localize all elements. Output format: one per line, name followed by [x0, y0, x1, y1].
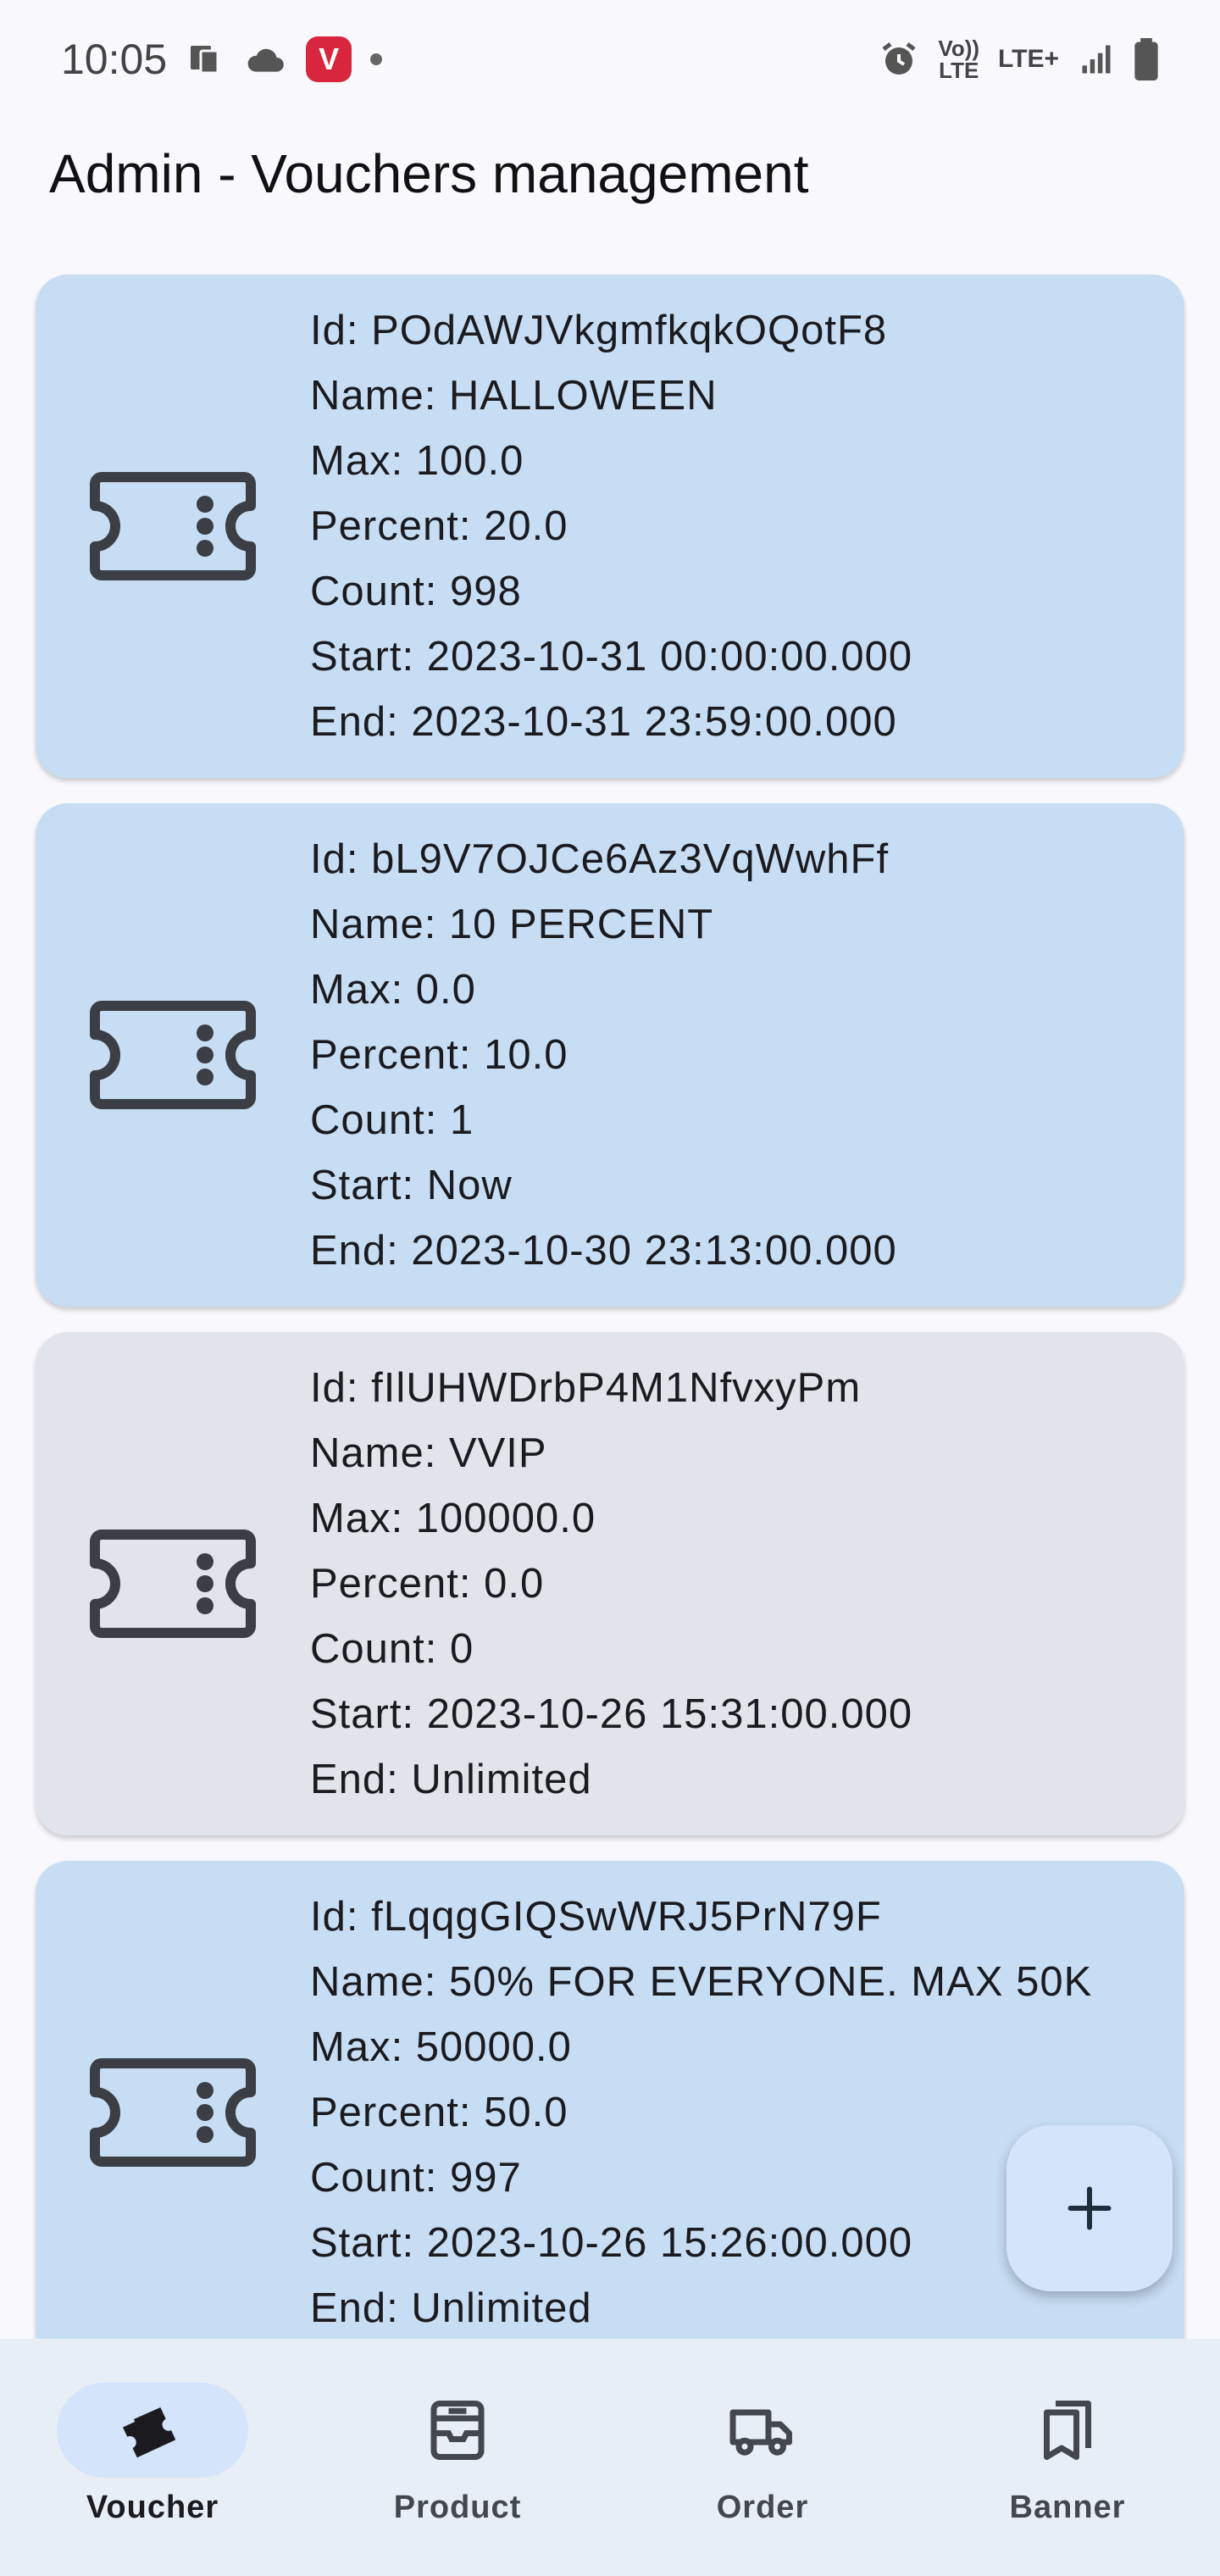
ticket-icon [36, 470, 310, 582]
voucher-count: Count: 998 [310, 568, 522, 614]
signal-icon [1078, 41, 1115, 78]
voucher-id: Id: POdAWJVkgmfkqkOQotF8 [310, 307, 888, 353]
voucher-card[interactable]: Id: POdAWJVkgmfkqkOQotF8 Name: HALLOWEEN… [36, 275, 1184, 778]
nav-item-product[interactable]: Product [305, 2339, 610, 2576]
voucher-card[interactable]: Id: fLqqgGIQSwWRJ5PrN79F Name: 50% FOR E… [36, 1861, 1184, 2364]
voucher-icon [123, 2407, 176, 2458]
voucher-id: Id: bL9V7OJCe6Az3VqWwhFf [310, 836, 890, 882]
app-notification-icon: V [306, 36, 352, 82]
truck-icon [729, 2409, 792, 2456]
nav-label: Voucher [86, 2490, 219, 2525]
voucher-name: Name: 10 PERCENT [310, 901, 714, 947]
clock: 10:05 [61, 36, 168, 83]
voucher-end: End: 2023-10-30 23:13:00.000 [310, 1227, 897, 1274]
voucher-max: Max: 0.0 [310, 966, 476, 1013]
voucher-start: Start: 2023-10-26 15:26:00.000 [310, 2219, 913, 2266]
nav-item-banner[interactable]: Banner [915, 2339, 1220, 2576]
nav-indicator [972, 2383, 1163, 2478]
voucher-start: Start: 2023-10-26 15:31:00.000 [310, 1690, 913, 1737]
ticket-icon [36, 2057, 310, 2168]
voucher-percent: Percent: 0.0 [310, 1560, 545, 1607]
voucher-end: End: 2023-10-31 23:59:00.000 [310, 698, 897, 745]
nav-item-order[interactable]: Order [610, 2339, 915, 2576]
voucher-start: Start: Now [310, 1162, 513, 1208]
nav-indicator [362, 2383, 553, 2478]
voucher-percent: Percent: 20.0 [310, 502, 568, 549]
voucher-list[interactable]: Id: POdAWJVkgmfkqkOQotF8 Name: HALLOWEEN… [36, 275, 1184, 2390]
voucher-id: Id: fIlUHWDrbP4M1NfvxyPm [310, 1364, 862, 1411]
voucher-percent: Percent: 10.0 [310, 1031, 568, 1078]
voucher-start: Start: 2023-10-31 00:00:00.000 [310, 633, 913, 680]
nav-label: Order [716, 2490, 809, 2525]
volte-indicator: Vo)) LTE [938, 36, 980, 83]
nav-label: Banner [1009, 2490, 1126, 2525]
alarm-icon [879, 39, 919, 80]
nav-item-voucher[interactable]: Voucher [0, 2339, 305, 2576]
add-voucher-button[interactable] [1006, 2125, 1173, 2291]
nav-label: Product [393, 2490, 522, 2525]
cloud-icon [245, 42, 287, 76]
voucher-percent: Percent: 50.0 [310, 2089, 568, 2135]
voucher-name: Name: VVIP [310, 1430, 547, 1476]
voucher-count: Count: 997 [310, 2154, 522, 2201]
add-icon [1068, 2186, 1112, 2230]
voucher-card[interactable]: Id: fIlUHWDrbP4M1NfvxyPm Name: VVIP Max:… [36, 1332, 1184, 1835]
ticket-icon [36, 999, 310, 1111]
voucher-max: Max: 100000.0 [310, 1495, 596, 1541]
status-bar: 10:05 V Vo)) LTE LTE+ [0, 0, 1220, 119]
nav-indicator [667, 2383, 858, 2478]
battery-icon [1134, 38, 1159, 80]
bookmarks-icon [1044, 2401, 1091, 2460]
voucher-count: Count: 0 [310, 1625, 474, 1672]
voucher-count: Count: 1 [310, 1096, 474, 1143]
product-icon [430, 2401, 485, 2460]
voucher-max: Max: 100.0 [310, 437, 524, 484]
voucher-name: Name: 50% FOR EVERYONE. MAX 50K [310, 1958, 1093, 2005]
page-title: Admin - Vouchers management [49, 143, 809, 204]
voucher-name: Name: HALLOWEEN [310, 372, 718, 419]
voucher-id: Id: fLqqgGIQSwWRJ5PrN79F [310, 1893, 882, 1940]
nav-indicator [57, 2383, 248, 2478]
bottom-navigation: Voucher Product Order Banner [0, 2339, 1220, 2576]
more-notifications-dot [370, 53, 383, 65]
voucher-end: End: Unlimited [310, 1756, 592, 1802]
lte-indicator: LTE+ [998, 45, 1059, 73]
device-icon [186, 39, 226, 80]
ticket-icon [36, 1528, 310, 1640]
voucher-max: Max: 50000.0 [310, 2024, 572, 2070]
voucher-end: End: Unlimited [310, 2285, 592, 2331]
voucher-card[interactable]: Id: bL9V7OJCe6Az3VqWwhFf Name: 10 PERCEN… [36, 803, 1184, 1307]
